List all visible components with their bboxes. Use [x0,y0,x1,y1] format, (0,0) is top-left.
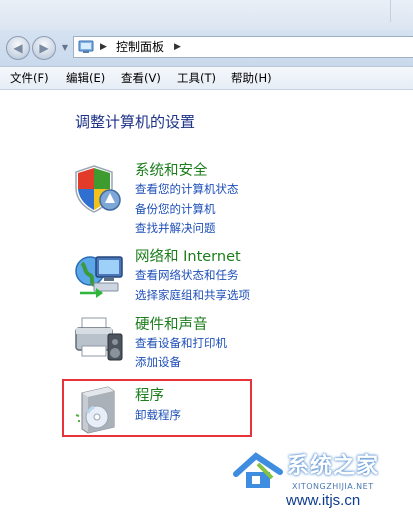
menu-edit[interactable]: 编辑(E) [66,71,105,85]
recent-pages-dropdown[interactable]: ▼ [60,43,70,53]
network-globe-icon[interactable] [72,249,126,303]
forward-arrow-icon: ▶ [39,41,49,55]
menu-help[interactable]: 帮助(H) [231,71,272,85]
window-top-frame [0,0,413,30]
link-view-network-status[interactable]: 查看网络状态和任务 [135,268,239,283]
breadcrumb-control-panel[interactable]: 控制面板 [116,39,164,55]
breadcrumb-separator-icon[interactable]: ▶ [100,39,107,55]
shield-icon[interactable] [72,162,126,216]
address-bar[interactable]: ▶ 控制面板 ▶ [73,36,413,58]
link-backup-computer[interactable]: 备份您的计算机 [135,202,216,217]
back-button[interactable]: ◀ [6,36,30,60]
menu-tools[interactable]: 工具(T) [177,71,216,85]
watermark-house-logo [233,452,283,488]
page-title: 调整计算机的设置 [75,113,196,131]
category-system-security[interactable]: 系统和安全 [135,162,208,180]
category-network-internet[interactable]: 网络和 Internet [135,248,241,266]
link-devices-printers[interactable]: 查看设备和打印机 [135,336,227,351]
main-content: 调整计算机的设置 系统和安全 查看您的计算机状态 备份您的计算机 查找并解决问题… [0,90,413,523]
menu-file[interactable]: 文件(F) [10,71,49,85]
menu-bar: 文件(F) 编辑(E) 查看(V) 工具(T) 帮助(H) [0,66,413,90]
watermark-url: www.itjs.cn [286,492,361,509]
printer-speaker-icon[interactable] [72,312,126,366]
menu-view[interactable]: 查看(V) [121,71,161,85]
forward-button[interactable]: ▶ [32,36,56,60]
highlight-annotation-box [62,379,252,437]
chevron-down-icon: ▼ [61,43,69,52]
back-arrow-icon: ◀ [13,41,23,55]
link-troubleshoot[interactable]: 查找并解决问题 [135,221,216,236]
watermark-site-pinyin: XITONGZHIJIA.NET [292,482,374,491]
link-homegroup-sharing[interactable]: 选择家庭组和共享选项 [135,288,250,303]
control-panel-icon [78,40,94,53]
category-hardware-sound[interactable]: 硬件和声音 [135,316,208,334]
frame-divider [390,0,391,22]
link-add-device[interactable]: 添加设备 [135,355,181,370]
breadcrumb-separator-icon[interactable]: ▶ [174,39,181,55]
watermark-site-name: 系统之家 [287,454,380,479]
link-view-computer-status[interactable]: 查看您的计算机状态 [135,182,239,197]
